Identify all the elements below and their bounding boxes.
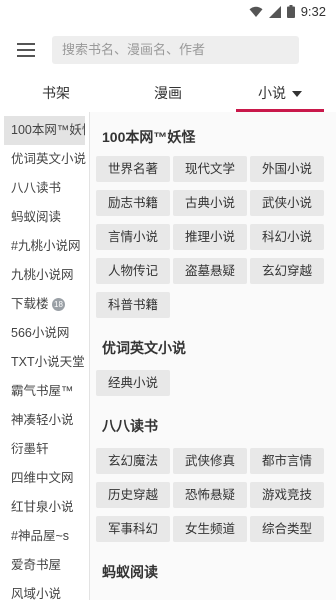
- battery-icon: [286, 5, 295, 18]
- sidebar-item[interactable]: #神品屋~s: [0, 522, 89, 551]
- section-title: 优词英文小说: [102, 340, 186, 356]
- sidebar-item[interactable]: 下载楼 18: [0, 290, 89, 319]
- sidebar-item[interactable]: 566小说网: [0, 319, 89, 348]
- category-grid: 世界名著 现代文学 外国小说 励志书籍 古典小说 武侠小说 言情小说 推理小说 …: [90, 156, 336, 326]
- sidebar-item[interactable]: #九桃小说网: [0, 232, 89, 261]
- tab-novels[interactable]: 小说: [224, 76, 336, 112]
- category-chip[interactable]: 科幻小说: [250, 224, 324, 250]
- tab-label: 漫画: [154, 85, 182, 101]
- sidebar-item[interactable]: 100本网™妖怪: [4, 116, 85, 145]
- sidebar-item[interactable]: 九桃小说网: [0, 261, 89, 290]
- category-chip[interactable]: 玄幻魔法: [96, 448, 170, 474]
- search-input[interactable]: 搜索书名、漫画名、作者: [52, 36, 299, 64]
- category-chip[interactable]: 现代文学: [173, 156, 247, 182]
- sidebar-item[interactable]: 神凑轻小说: [0, 406, 89, 435]
- category-chip[interactable]: 盗墓悬疑: [173, 258, 247, 284]
- category-chip[interactable]: 武侠小说: [250, 190, 324, 216]
- status-icons: 9:32: [249, 4, 326, 19]
- sidebar-item-label: 下载楼: [11, 297, 49, 311]
- category-chip[interactable]: 都市言情: [250, 448, 324, 474]
- category-chip[interactable]: 经典小说: [96, 370, 170, 396]
- section-title: 八八读书: [102, 418, 158, 434]
- sidebar-item[interactable]: 衍墨轩: [0, 435, 89, 464]
- sidebar-item[interactable]: TXT小说天堂: [0, 348, 89, 377]
- source-sidebar[interactable]: 100本网™妖怪 优词英文小说 八八读书 蚂蚁阅读 #九桃小说网 九桃小说网 下…: [0, 112, 90, 600]
- sidebar-item[interactable]: 红甘泉小说: [0, 493, 89, 522]
- tab-label: 书架: [42, 85, 70, 101]
- sidebar-item[interactable]: 八八读书: [0, 174, 89, 203]
- tab-label: 小说: [258, 85, 286, 101]
- section-title: 蚂蚁阅读: [102, 564, 158, 580]
- category-panel[interactable]: 100本网™妖怪 世界名著 现代文学 外国小说 励志书籍 古典小说 武侠小说 言…: [90, 112, 336, 600]
- category-chip[interactable]: 科普书籍: [96, 292, 170, 318]
- category-chip[interactable]: 武侠修真: [173, 448, 247, 474]
- category-grid: 玄幻魔法 武侠修真 都市言情 历史穿越 恐怖悬疑 游戏竞技 军事科幻 女生频道 …: [90, 448, 336, 550]
- status-time: 9:32: [300, 4, 326, 19]
- category-chip[interactable]: 历史穿越: [96, 482, 170, 508]
- category-grid: 经典小说: [90, 370, 336, 404]
- sidebar-item[interactable]: 四维中文网: [0, 464, 89, 493]
- app-bar: 搜索书名、漫画名、作者: [0, 24, 336, 76]
- category-chip[interactable]: 玄幻穿越: [250, 258, 324, 284]
- category-chip[interactable]: 世界名著: [96, 156, 170, 182]
- tab-comics[interactable]: 漫画: [112, 76, 224, 112]
- signal-icon: [268, 5, 281, 18]
- status-bar: 9:32: [0, 0, 336, 24]
- tab-bookshelf[interactable]: 书架: [0, 76, 112, 112]
- sidebar-item[interactable]: 霸气书屋™: [0, 377, 89, 406]
- category-chip[interactable]: 励志书籍: [96, 190, 170, 216]
- category-chip[interactable]: 言情小说: [96, 224, 170, 250]
- category-chip[interactable]: 推理小说: [173, 224, 247, 250]
- category-chip[interactable]: 恐怖悬疑: [173, 482, 247, 508]
- sidebar-item[interactable]: 爱奇书屋: [0, 551, 89, 580]
- category-chip[interactable]: 女生频道: [173, 516, 247, 542]
- category-chip[interactable]: 游戏竞技: [250, 482, 324, 508]
- section-title: 100本网™妖怪: [102, 129, 196, 145]
- sidebar-item[interactable]: 蚂蚁阅读: [0, 203, 89, 232]
- category-chip[interactable]: 古典小说: [173, 190, 247, 216]
- wifi-icon: [249, 6, 263, 17]
- category-chip[interactable]: 军事科幻: [96, 516, 170, 542]
- category-chip[interactable]: 综合类型: [250, 516, 324, 542]
- hamburger-menu-icon[interactable]: [14, 38, 38, 62]
- sidebar-item[interactable]: 风域小说: [0, 580, 89, 600]
- tab-bar: 书架 漫画 小说: [0, 76, 336, 112]
- category-chip[interactable]: 外国小说: [250, 156, 324, 182]
- category-chip[interactable]: 人物传记: [96, 258, 170, 284]
- count-badge: 18: [52, 298, 65, 312]
- sidebar-item[interactable]: 优词英文小说: [0, 145, 89, 174]
- dropdown-caret-icon: [292, 91, 302, 98]
